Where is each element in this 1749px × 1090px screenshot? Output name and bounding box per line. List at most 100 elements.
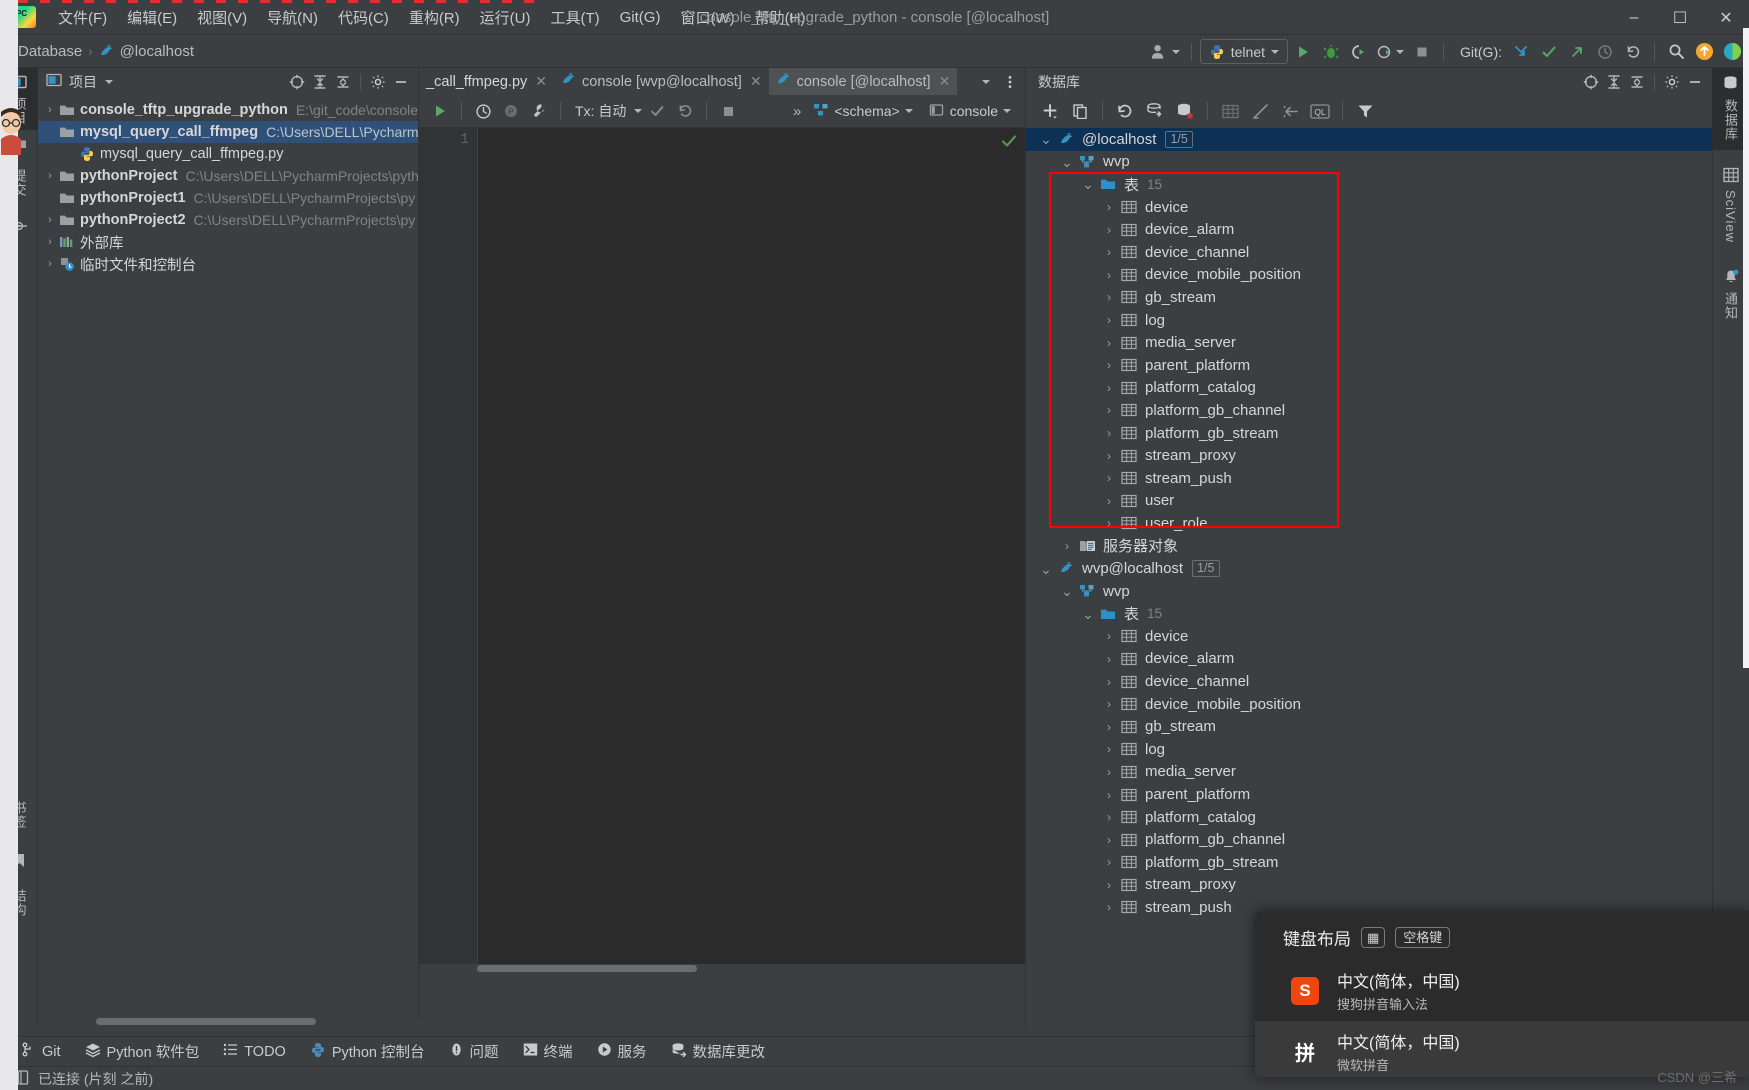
ime-switcher-popup[interactable]: 键盘布局 ▦ 空格键 S 中文(简体，中国) 搜狗拼音输入法 拼 中文(简体，中… xyxy=(1255,911,1749,1077)
db-tree-row-device-mobile-position[interactable]: › device_mobile_position xyxy=(1026,693,1713,716)
chevron-right-icon[interactable]: › xyxy=(42,104,58,116)
db-tree-row-log[interactable]: › log xyxy=(1026,309,1713,332)
chevron-right-icon[interactable]: › xyxy=(1057,539,1077,553)
chevron-right-icon[interactable]: › xyxy=(1099,403,1119,417)
ai-assistant-icon[interactable] xyxy=(1719,39,1745,64)
refresh-icon[interactable] xyxy=(1111,99,1139,124)
tab-call-ffmpeg-py[interactable]: _call_ffmpeg.py ✕ xyxy=(419,68,554,95)
menu-item-git[interactable]: Git(G) xyxy=(610,5,671,30)
chevron-right-icon[interactable]: › xyxy=(1099,494,1119,508)
collapse-all-icon[interactable] xyxy=(1626,71,1648,93)
bottom-item-db-changes[interactable]: 数据库更改 xyxy=(668,1039,769,1064)
chevron-right-icon[interactable]: › xyxy=(1099,245,1119,259)
sql-editor[interactable]: 1 xyxy=(419,128,1025,964)
update-available-icon[interactable] xyxy=(1691,39,1717,64)
chevron-down-icon[interactable]: ⌄ xyxy=(1036,136,1056,142)
menu-item-view[interactable]: 视图(V) xyxy=(187,3,257,32)
db-tree-row--[interactable]: ⌄ 表 15 xyxy=(1026,602,1713,625)
chevron-down-icon[interactable]: ⱟ xyxy=(42,126,58,138)
debug-button[interactable] xyxy=(1318,39,1344,64)
rollback-tx-icon[interactable] xyxy=(672,99,698,124)
bottom-item-problems[interactable]: 问题 xyxy=(446,1039,502,1064)
editor-hscrollbar[interactable] xyxy=(419,964,1025,973)
chevron-down-icon[interactable]: ⌄ xyxy=(1078,611,1098,617)
ql-console-icon[interactable]: QL xyxy=(1306,99,1334,124)
session-selector[interactable]: console xyxy=(925,101,1015,122)
tab-console-wvp-localhost[interactable]: console [wvp@localhost] ✕ xyxy=(554,68,769,95)
hide-panel-icon[interactable] xyxy=(1684,71,1706,93)
stop-button[interactable] xyxy=(1409,39,1435,64)
chevron-right-icon[interactable]: › xyxy=(42,170,58,182)
chevron-right-icon[interactable]: › xyxy=(1099,810,1119,824)
expand-all-icon[interactable] xyxy=(309,71,331,93)
chevron-right-icon[interactable]: › xyxy=(1099,223,1119,237)
tx-chevron-down-icon[interactable] xyxy=(634,109,642,113)
chevron-right-icon[interactable]: › xyxy=(1099,765,1119,779)
chevron-right-icon[interactable]: › xyxy=(1099,878,1119,892)
editor-hscrollbar-thumb[interactable] xyxy=(477,965,697,972)
db-tree-row-platform-catalog[interactable]: › platform_catalog xyxy=(1026,377,1713,400)
tree-row-scratches-and-consoles[interactable]: › 临时文件和控制台 xyxy=(38,253,418,275)
chevron-down-icon[interactable]: ⌄ xyxy=(1036,566,1056,572)
expand-all-icon[interactable] xyxy=(1603,71,1625,93)
db-tree-row-device-alarm[interactable]: › device_alarm xyxy=(1026,218,1713,241)
chevron-down-icon[interactable]: ⌄ xyxy=(1078,181,1098,187)
modify-icon[interactable] xyxy=(1246,99,1274,124)
close-icon[interactable]: ✕ xyxy=(535,73,547,90)
chevron-right-icon[interactable]: › xyxy=(1099,381,1119,395)
code-content[interactable] xyxy=(478,128,1025,964)
db-tree-row-device-channel[interactable]: › device_channel xyxy=(1026,241,1713,264)
chevron-right-icon[interactable]: › xyxy=(1099,629,1119,643)
bottom-item-terminal[interactable]: 终端 xyxy=(520,1039,576,1064)
tree-row-external-libraries[interactable]: › 外部库 xyxy=(38,231,418,253)
db-tree-row-device-alarm[interactable]: › device_alarm xyxy=(1026,648,1713,671)
jump-to-console-icon[interactable] xyxy=(1276,99,1304,124)
chevron-right-icon[interactable]: › xyxy=(1099,200,1119,214)
wrench-icon[interactable] xyxy=(526,99,552,124)
tree-row-mysql-query-call-ffmpeg-py[interactable]: mysql_query_call_ffmpeg.py xyxy=(38,143,418,165)
chevron-down-icon[interactable]: ⌄ xyxy=(1057,159,1077,165)
ime-item-sogou[interactable]: S 中文(简体，中国) 搜狗拼音输入法 xyxy=(1255,960,1749,1021)
chevron-right-icon[interactable]: › xyxy=(1099,742,1119,756)
menu-item-code[interactable]: 代码(C) xyxy=(328,3,399,32)
db-tree-row-platform-gb-channel[interactable]: › platform_gb_channel xyxy=(1026,399,1713,422)
tree-row-pythonproject1[interactable]: ⱟ pythonProject1 C:\Users\DELL\PycharmPr… xyxy=(38,187,418,209)
git-push-icon[interactable] xyxy=(1564,39,1590,64)
chevron-right-icon[interactable]: › xyxy=(1099,833,1119,847)
chevron-right-icon[interactable]: › xyxy=(1099,675,1119,689)
toolbar-overflow-icon[interactable]: » xyxy=(793,103,801,120)
chevron-right-icon[interactable]: › xyxy=(1099,516,1119,530)
minimize-button[interactable]: – xyxy=(1611,0,1657,35)
database-disconnect-icon[interactable] xyxy=(1171,99,1199,124)
git-menu-label[interactable]: Git(G): xyxy=(1460,44,1502,60)
db-tree-row-platform-gb-stream[interactable]: › platform_gb_stream xyxy=(1026,422,1713,445)
duplicate-icon[interactable] xyxy=(1066,99,1094,124)
db-tree-row-media-server[interactable]: › media_server xyxy=(1026,761,1713,784)
add-datasource-button[interactable] xyxy=(1036,99,1064,124)
gear-icon[interactable] xyxy=(367,71,389,93)
tree-row-mysql-query-call-ffmpeg[interactable]: ⱟ mysql_query_call_ffmpeg C:\Users\DELL\… xyxy=(38,121,418,143)
breadcrumb-item-database[interactable]: Database xyxy=(18,43,82,60)
execution-history-icon[interactable] xyxy=(470,99,496,124)
chevron-right-icon[interactable]: › xyxy=(1099,268,1119,282)
db-tree-row-platform-catalog[interactable]: › platform_catalog xyxy=(1026,806,1713,829)
chevron-right-icon[interactable]: › xyxy=(1099,652,1119,666)
stop-query-button[interactable] xyxy=(715,99,741,124)
scroll-from-source-icon[interactable] xyxy=(286,71,308,93)
chevron-right-icon[interactable]: › xyxy=(1099,855,1119,869)
db-tree-row-wvp[interactable]: ⌄ wvp xyxy=(1026,151,1713,174)
db-tree-row-stream-proxy[interactable]: › stream_proxy xyxy=(1026,444,1713,467)
tree-row-console-tftp[interactable]: › console_tftp_upgrade_python E:\git_cod… xyxy=(38,99,418,121)
menu-item-help[interactable]: 帮助(H) xyxy=(745,3,816,32)
tree-row-pythonproject2[interactable]: › pythonProject2 C:\Users\DELL\PycharmPr… xyxy=(38,209,418,231)
chevron-right-icon[interactable]: › xyxy=(1099,290,1119,304)
commit-tx-icon[interactable] xyxy=(644,99,670,124)
chevron-right-icon[interactable]: › xyxy=(1099,313,1119,327)
parameters-icon[interactable]: P xyxy=(498,99,524,124)
user-account-icon[interactable] xyxy=(1147,39,1183,64)
filter-icon[interactable] xyxy=(1351,99,1379,124)
db-tree-row-device-mobile-position[interactable]: › device_mobile_position xyxy=(1026,264,1713,287)
db-tree-row-stream-proxy[interactable]: › stream_proxy xyxy=(1026,874,1713,897)
db-tree-row-stream-push[interactable]: › stream_push xyxy=(1026,467,1713,490)
chevron-down-icon[interactable]: ⱟ xyxy=(42,192,58,204)
